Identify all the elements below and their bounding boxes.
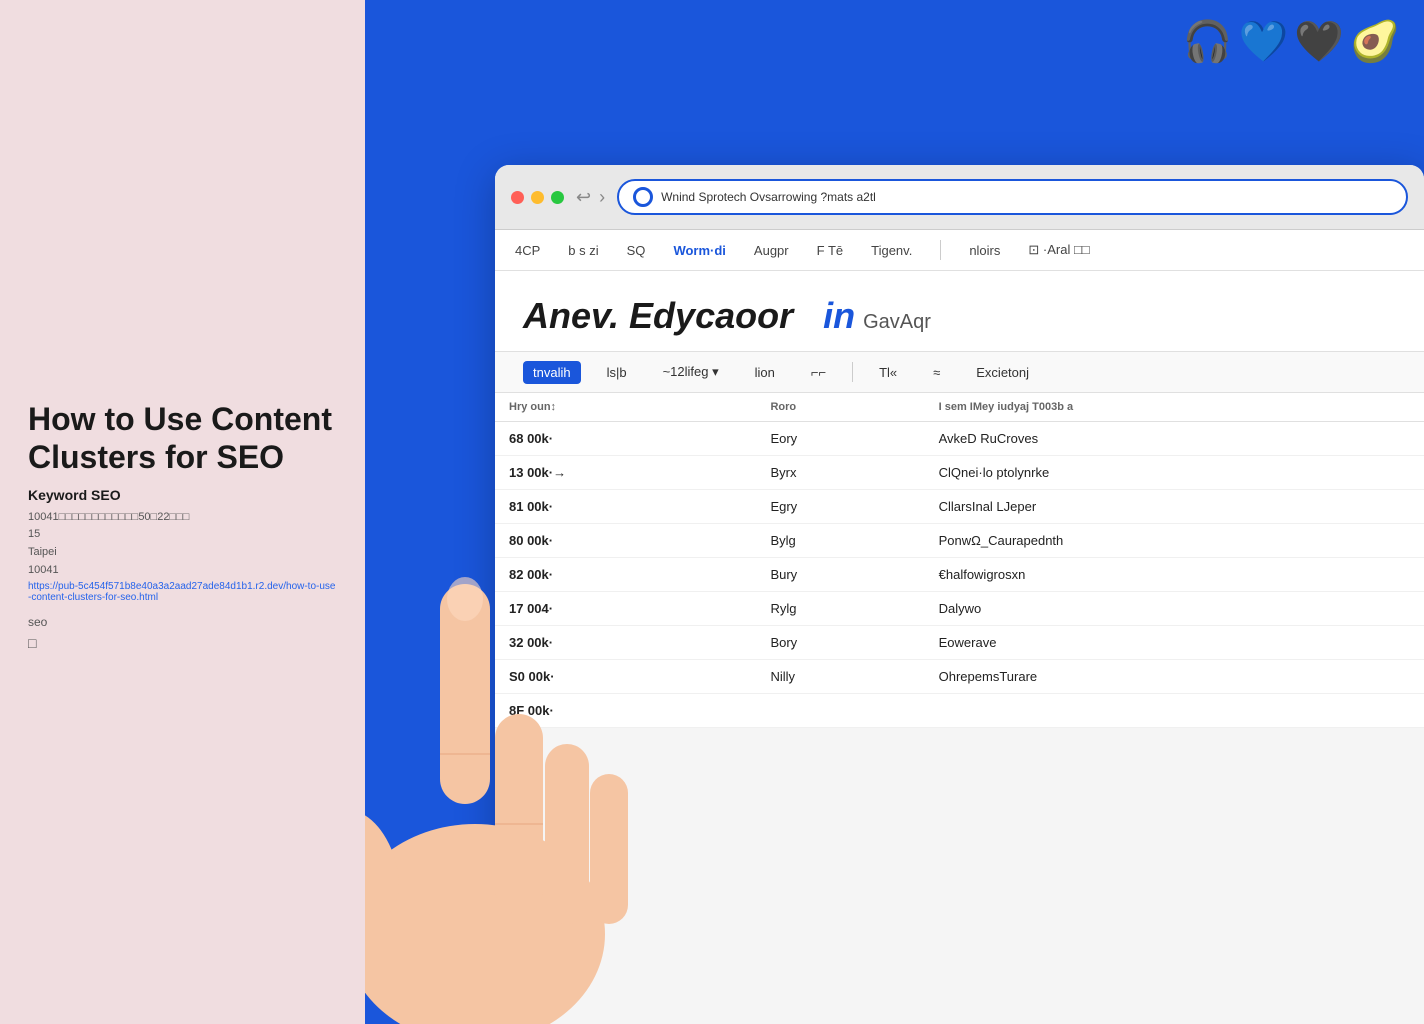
table-row[interactable]: 17 004· Rylg Dalywo — [495, 592, 1424, 626]
toolbar-item-7[interactable]: nloirs — [969, 243, 1000, 258]
toolbar-item-0[interactable]: 4CP — [515, 243, 540, 258]
browser-url-bar[interactable]: Wnind Sprotech Ovsarrowing ?mats a2tl — [617, 179, 1408, 215]
subtoolbar-btn-3[interactable]: lion — [745, 361, 785, 384]
page-heading: Anev. Edycaoor in GavAqr — [495, 271, 1424, 351]
url-text: Wnind Sprotech Ovsarrowing ?mats a2tl — [661, 190, 1392, 204]
cell-keyword-5: Dalywo — [925, 592, 1424, 626]
subtoolbar-separator — [852, 362, 853, 382]
cell-trend-4: Bury — [756, 558, 924, 592]
cell-keyword-8 — [925, 694, 1424, 728]
table-row[interactable]: 32 00k· Bory Eowerave — [495, 626, 1424, 660]
cell-volume-0: 68 00k· — [495, 422, 756, 456]
toolbar-item-2[interactable]: SQ — [627, 243, 646, 258]
cell-trend-5: Rylg — [756, 592, 924, 626]
sidebar-meta-line3: Taipei — [28, 544, 337, 562]
cell-trend-7: Nilly — [756, 660, 924, 694]
sidebar-meta-line2: 15 — [28, 526, 337, 544]
sidebar-title: How to Use Content Clusters for SEO — [28, 400, 337, 477]
table-row[interactable]: 68 00k· Eory AvkeD RuCroves — [495, 422, 1424, 456]
cell-volume-2: 81 00k· — [495, 490, 756, 524]
cell-trend-1: Byrx — [756, 456, 924, 490]
cell-keyword-1: ClQnei·lo ptolynrke — [925, 456, 1424, 490]
sidebar-tag: seo — [28, 615, 337, 629]
emoji-headphone-icon: 🎧 — [1183, 18, 1233, 65]
subtoolbar-btn-6[interactable]: ≈ — [923, 361, 950, 384]
cell-trend-2: Egry — [756, 490, 924, 524]
emoji-avocado-icon: 🥑 — [1350, 18, 1400, 65]
cell-trend-0: Eory — [756, 422, 924, 456]
sidebar-meta-line4: 10041 — [28, 562, 337, 580]
col-header-volume[interactable]: Hry oun↕ — [495, 393, 756, 422]
table-row[interactable]: 81 00k· Egry CllarsInal LJeper — [495, 490, 1424, 524]
cell-trend-8 — [756, 694, 924, 728]
emoji-blue-heart-icon: 💙 — [1239, 18, 1289, 65]
table-row[interactable]: 8F 00k· — [495, 694, 1424, 728]
blue-area: 🎧 💙 🖤 🥑 — [365, 0, 1424, 185]
cell-volume-3: 80 00k· — [495, 524, 756, 558]
page-heading-sub: GavAqr — [863, 311, 931, 334]
cell-trend-3: Bylg — [756, 524, 924, 558]
table-row[interactable]: S0 00k· Nilly OhrepemsTurare — [495, 660, 1424, 694]
sidebar: How to Use Content Clusters for SEO Keyw… — [0, 0, 365, 1024]
cell-volume-5: 17 004· — [495, 592, 756, 626]
cell-keyword-3: PonwΩ_Caurapednth — [925, 524, 1424, 558]
toolbar-item-3[interactable]: Worm·di — [673, 243, 725, 258]
cell-keyword-7: OhrepemsTurare — [925, 660, 1424, 694]
minimize-button[interactable] — [531, 191, 544, 204]
subtoolbar-btn-0[interactable]: tnvalih — [523, 361, 581, 384]
table-container: Hry oun↕ Roro I sem IMey iudyaj T003b a … — [495, 393, 1424, 728]
forward-icon[interactable]: › — [599, 187, 605, 208]
browser-nav: ↩ › — [576, 187, 605, 208]
browser-chrome: ↩ › Wnind Sprotech Ovsarrowing ?mats a2t… — [495, 165, 1424, 230]
url-circle-icon — [633, 187, 653, 207]
close-button[interactable] — [511, 191, 524, 204]
cell-trend-6: Bory — [756, 626, 924, 660]
sidebar-icon: □ — [28, 635, 337, 651]
cell-keyword-4: €halfowigrosxn — [925, 558, 1424, 592]
subtoolbar-btn-7[interactable]: Excietonj — [966, 361, 1039, 384]
toolbar-item-1[interactable]: b s zi — [568, 243, 598, 258]
data-table: Hry oun↕ Roro I sem IMey iudyaj T003b a … — [495, 393, 1424, 728]
traffic-lights — [511, 191, 564, 204]
table-row[interactable]: 13 00k·→ Byrx ClQnei·lo ptolynrke — [495, 456, 1424, 490]
sidebar-subtitle: Keyword SEO — [28, 487, 337, 503]
heading-in: in — [823, 295, 855, 336]
subtoolbar-btn-1[interactable]: ls|b — [597, 361, 637, 384]
main-content: 🎧 💙 🖤 🥑 ↩ › Wnind Sprotech Ovsarrowing ?… — [365, 0, 1424, 1024]
cell-keyword-0: AvkeD RuCroves — [925, 422, 1424, 456]
sub-toolbar: tnvalih ls|b ~12lifeg ▾ lion ⌐⌐ Tl« ≈ Ex… — [495, 351, 1424, 393]
browser-window: ↩ › Wnind Sprotech Ovsarrowing ?mats a2t… — [495, 165, 1424, 1024]
sidebar-meta-line1: 10041□□□□□□□□□□□□50□22□□□ — [28, 509, 337, 527]
table-row[interactable]: 80 00k· Bylg PonwΩ_Caurapednth — [495, 524, 1424, 558]
toolbar-item-4[interactable]: Augpr — [754, 243, 789, 258]
col-header-keyword[interactable]: I sem IMey iudyaj T003b a — [925, 393, 1424, 422]
page-heading-main: Anev. Edycaoor in — [523, 295, 855, 337]
sidebar-url[interactable]: https://pub-5c454f571b8e40a3a2aad27ade84… — [28, 581, 337, 603]
cell-keyword-6: Eowerave — [925, 626, 1424, 660]
cell-volume-1: 13 00k·→ — [495, 456, 756, 490]
toolbar-item-8[interactable]: ⊡ ·Aral □□ — [1028, 242, 1089, 258]
top-icons: 🎧 💙 🖤 🥑 — [1183, 18, 1400, 65]
col-header-trend[interactable]: Roro — [756, 393, 924, 422]
browser-toolbar: 4CP b s zi SQ Worm·di Augpr F Tē Tigenv.… — [495, 230, 1424, 271]
browser-content: Anev. Edycaoor in GavAqr tnvalih ls|b ~1… — [495, 271, 1424, 728]
subtoolbar-btn-5[interactable]: Tl« — [869, 361, 907, 384]
maximize-button[interactable] — [551, 191, 564, 204]
cell-keyword-2: CllarsInal LJeper — [925, 490, 1424, 524]
toolbar-item-6[interactable]: Tigenv. — [871, 243, 912, 258]
cell-volume-7: S0 00k· — [495, 660, 756, 694]
toolbar-item-5[interactable]: F Tē — [817, 243, 844, 258]
cell-volume-4: 82 00k· — [495, 558, 756, 592]
table-row[interactable]: 82 00k· Bury €halfowigrosxn — [495, 558, 1424, 592]
back-icon[interactable]: ↩ — [576, 187, 591, 208]
emoji-black-heart-icon: 🖤 — [1294, 18, 1344, 65]
cell-volume-8: 8F 00k· — [495, 694, 756, 728]
subtoolbar-btn-2[interactable]: ~12lifeg ▾ — [653, 360, 729, 384]
toolbar-separator — [940, 240, 941, 260]
cell-volume-6: 32 00k· — [495, 626, 756, 660]
subtoolbar-btn-4[interactable]: ⌐⌐ — [801, 361, 836, 384]
heading-text-before: Anev. Edycaoor — [523, 295, 793, 336]
